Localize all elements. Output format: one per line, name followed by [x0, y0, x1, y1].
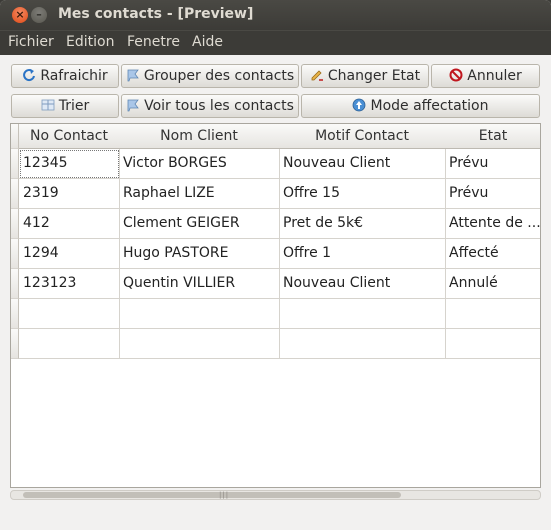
- window-title: Mes contacts - [Preview]: [58, 6, 254, 22]
- table-cell[interactable]: Prévu: [445, 149, 540, 179]
- table-cell[interactable]: [279, 299, 446, 329]
- assignment-mode-label: Mode affectation: [370, 98, 489, 114]
- scrollbar-thumb[interactable]: |||: [23, 491, 401, 499]
- table-cell[interactable]: [445, 299, 540, 329]
- table-cell[interactable]: Attente de ...: [445, 209, 540, 239]
- table-cell[interactable]: [279, 329, 446, 359]
- table-cell[interactable]: 12345: [19, 149, 120, 179]
- scrollbar-grip: |||: [219, 491, 230, 499]
- group-contacts-button[interactable]: Grouper des contacts: [121, 64, 299, 88]
- row-header[interactable]: [11, 269, 19, 299]
- table-cell[interactable]: [19, 329, 120, 359]
- table-cell[interactable]: Nouveau Client: [279, 269, 446, 299]
- refresh-icon: [23, 69, 36, 82]
- sort-button[interactable]: Trier: [11, 94, 119, 118]
- cancel-icon: [449, 68, 463, 82]
- table-cell[interactable]: [119, 329, 280, 359]
- table-cell[interactable]: 412: [19, 209, 120, 239]
- table-cell[interactable]: Quentin VILLIER: [119, 269, 280, 299]
- table-cell[interactable]: Nouveau Client: [279, 149, 446, 179]
- pencil-icon: [311, 70, 323, 81]
- table-cell[interactable]: 2319: [19, 179, 120, 209]
- column-header-etat[interactable]: Etat: [445, 124, 540, 149]
- table-cell[interactable]: Raphael LIZE: [119, 179, 280, 209]
- table-cell[interactable]: Victor BORGES: [119, 149, 280, 179]
- assignment-mode-button[interactable]: Mode affectation: [301, 94, 540, 118]
- change-state-label: Changer Etat: [327, 68, 421, 84]
- table-cell[interactable]: 1294: [19, 239, 120, 269]
- header-corner: [11, 124, 19, 149]
- column-header-nom-client[interactable]: Nom Client: [119, 124, 280, 149]
- view-all-contacts-button[interactable]: Voir tous les contacts: [121, 94, 299, 118]
- table-cell[interactable]: Affecté: [445, 239, 540, 269]
- change-state-button[interactable]: Changer Etat: [301, 64, 429, 88]
- column-header-motif-contact[interactable]: Motif Contact: [279, 124, 446, 149]
- row-header[interactable]: [11, 179, 19, 209]
- minimize-icon[interactable]: –: [31, 7, 47, 23]
- group-contacts-label: Grouper des contacts: [143, 68, 295, 84]
- row-header[interactable]: [11, 239, 19, 269]
- sort-label: Trier: [58, 98, 90, 114]
- cancel-label: Annuler: [467, 68, 522, 84]
- flag-icon: [127, 99, 139, 112]
- table-cell[interactable]: [19, 299, 120, 329]
- globe-icon: [353, 98, 366, 112]
- menu-aide[interactable]: Aide: [192, 34, 223, 50]
- refresh-label: Rafraichir: [40, 68, 108, 84]
- horizontal-scrollbar[interactable]: |||: [10, 490, 541, 500]
- table-cell[interactable]: Offre 15: [279, 179, 446, 209]
- table-cell[interactable]: [445, 329, 540, 359]
- refresh-button[interactable]: Rafraichir: [11, 64, 119, 88]
- row-header[interactable]: [11, 209, 19, 239]
- title-bar[interactable]: × – Mes contacts - [Preview]: [0, 0, 551, 30]
- table-cell[interactable]: [119, 299, 280, 329]
- menu-fenetre[interactable]: Fenetre: [127, 34, 180, 50]
- table-cell[interactable]: Pret de 5k€: [279, 209, 446, 239]
- table-cell[interactable]: Hugo PASTORE: [119, 239, 280, 269]
- status-bar: [0, 502, 551, 530]
- table-cell[interactable]: Clement GEIGER: [119, 209, 280, 239]
- table-cell[interactable]: Annulé: [445, 269, 540, 299]
- contacts-table: No Contact Nom Client Motif Contact Etat…: [10, 123, 541, 488]
- row-header[interactable]: [11, 149, 19, 179]
- row-header[interactable]: [11, 329, 19, 359]
- app-window: × – Mes contacts - [Preview] Fichier Edi…: [0, 0, 551, 530]
- flag-icon: [127, 69, 139, 82]
- row-header[interactable]: [11, 299, 19, 329]
- close-icon[interactable]: ×: [12, 7, 28, 23]
- table-cell[interactable]: Prévu: [445, 179, 540, 209]
- menu-fichier[interactable]: Fichier: [8, 34, 54, 50]
- menu-edition[interactable]: Edition: [66, 34, 114, 50]
- cancel-button[interactable]: Annuler: [431, 64, 540, 88]
- table-cell[interactable]: Offre 1: [279, 239, 446, 269]
- sort-icon: [41, 99, 55, 111]
- column-header-no-contact[interactable]: No Contact: [19, 124, 120, 149]
- table-cell[interactable]: 123123: [19, 269, 120, 299]
- view-all-contacts-label: Voir tous les contacts: [144, 98, 294, 114]
- menu-bar: Fichier Edition Fenetre Aide: [0, 30, 551, 55]
